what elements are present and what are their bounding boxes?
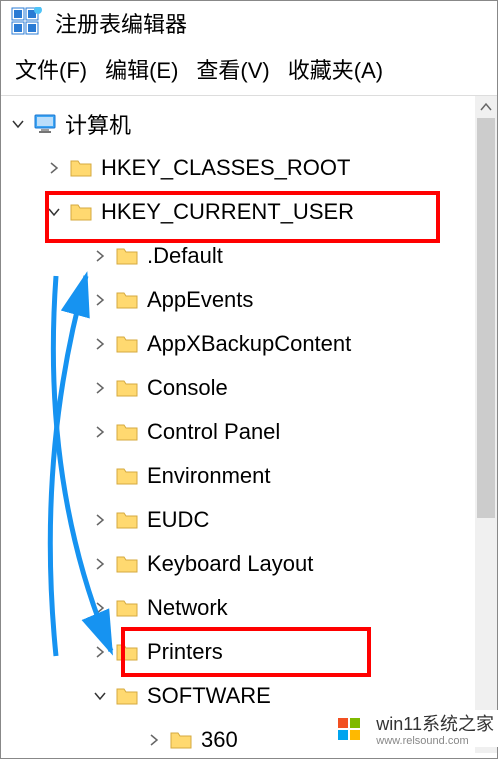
tree-label: Keyboard Layout bbox=[147, 551, 313, 577]
tree-label: SOFTWARE bbox=[147, 683, 271, 709]
menu-edit[interactable]: 编辑(E) bbox=[101, 51, 182, 87]
folder-icon bbox=[115, 685, 139, 707]
watermark: win11系统之家 www.relsound.com bbox=[336, 710, 500, 747]
tree-label: Environment bbox=[147, 463, 271, 489]
watermark-brand: win11系统之家 bbox=[376, 714, 494, 734]
folder-icon bbox=[115, 333, 139, 355]
registry-tree[interactable]: 计算机 HKEY_CLASSES_ROOT HKEY_CURRENT_USE bbox=[1, 96, 475, 753]
tree-node-hkcu[interactable]: HKEY_CURRENT_USER bbox=[1, 190, 475, 234]
regedit-icon bbox=[11, 7, 43, 39]
menu-view[interactable]: 查看(V) bbox=[192, 51, 273, 87]
tree-container: 计算机 HKEY_CLASSES_ROOT HKEY_CURRENT_USE bbox=[1, 96, 497, 753]
tree-node-printers[interactable]: Printers bbox=[1, 630, 475, 674]
tree-label: Network bbox=[147, 595, 228, 621]
folder-icon bbox=[115, 553, 139, 575]
expander-icon[interactable] bbox=[91, 558, 109, 570]
tree-node-eudc[interactable]: EUDC bbox=[1, 498, 475, 542]
tree-node-controlpanel[interactable]: Control Panel bbox=[1, 410, 475, 454]
expander-icon[interactable] bbox=[91, 338, 109, 350]
folder-icon bbox=[115, 597, 139, 619]
vertical-scrollbar[interactable] bbox=[475, 96, 497, 753]
tree-node-appevents[interactable]: AppEvents bbox=[1, 278, 475, 322]
expander-icon[interactable] bbox=[9, 118, 27, 130]
folder-icon bbox=[115, 421, 139, 443]
watermark-text: win11系统之家 www.relsound.com bbox=[376, 710, 500, 747]
tree-node-hkcr[interactable]: HKEY_CLASSES_ROOT bbox=[1, 146, 475, 190]
expander-icon[interactable] bbox=[91, 690, 109, 702]
tree-node-keyboard[interactable]: Keyboard Layout bbox=[1, 542, 475, 586]
tree-label: HKEY_CLASSES_ROOT bbox=[101, 155, 350, 181]
expander-icon[interactable] bbox=[91, 250, 109, 262]
tree-node-environment[interactable]: Environment bbox=[1, 454, 475, 498]
menu-favorites[interactable]: 收藏夹(A) bbox=[284, 51, 387, 87]
folder-icon bbox=[115, 289, 139, 311]
folder-icon bbox=[115, 465, 139, 487]
window-title: 注册表编辑器 bbox=[55, 7, 187, 39]
tree-label: AppXBackupContent bbox=[147, 331, 351, 357]
tree-label: 360 bbox=[201, 727, 238, 753]
folder-icon bbox=[69, 201, 93, 223]
folder-icon bbox=[115, 245, 139, 267]
tree-node-network[interactable]: Network bbox=[1, 586, 475, 630]
folder-icon bbox=[115, 509, 139, 531]
tree-label: Console bbox=[147, 375, 228, 401]
folder-icon bbox=[69, 157, 93, 179]
folder-icon bbox=[115, 377, 139, 399]
folder-icon bbox=[169, 729, 193, 751]
scrollbar-thumb[interactable] bbox=[477, 118, 495, 518]
tree-label: 计算机 bbox=[65, 108, 131, 140]
titlebar: 注册表编辑器 bbox=[1, 1, 497, 47]
folder-icon bbox=[115, 641, 139, 663]
expander-icon[interactable] bbox=[91, 382, 109, 394]
tree-label: EUDC bbox=[147, 507, 209, 533]
tree-node-default[interactable]: .Default bbox=[1, 234, 475, 278]
tree-label: Printers bbox=[147, 639, 223, 665]
tree-label: AppEvents bbox=[147, 287, 253, 313]
expander-icon[interactable] bbox=[91, 514, 109, 526]
tree-node-computer[interactable]: 计算机 bbox=[1, 102, 475, 146]
expander-icon[interactable] bbox=[45, 206, 63, 218]
expander-icon[interactable] bbox=[91, 602, 109, 614]
menu-file[interactable]: 文件(F) bbox=[11, 51, 91, 87]
watermark-logo-icon bbox=[336, 714, 366, 744]
expander-icon[interactable] bbox=[91, 646, 109, 658]
expander-icon[interactable] bbox=[145, 734, 163, 746]
registry-editor-window: 注册表编辑器 文件(F) 编辑(E) 查看(V) 收藏夹(A) bbox=[0, 0, 498, 759]
tree-label: HKEY_CURRENT_USER bbox=[101, 199, 354, 225]
tree-node-appxbackup[interactable]: AppXBackupContent bbox=[1, 322, 475, 366]
tree-label: Control Panel bbox=[147, 419, 280, 445]
menubar: 文件(F) 编辑(E) 查看(V) 收藏夹(A) bbox=[1, 47, 497, 96]
watermark-url: www.relsound.com bbox=[376, 736, 494, 747]
scroll-up-icon[interactable] bbox=[475, 96, 497, 118]
expander-icon[interactable] bbox=[91, 294, 109, 306]
tree-node-console[interactable]: Console bbox=[1, 366, 475, 410]
expander-icon[interactable] bbox=[45, 162, 63, 174]
tree-label: .Default bbox=[147, 243, 223, 269]
computer-icon bbox=[33, 113, 57, 135]
expander-icon[interactable] bbox=[91, 426, 109, 438]
